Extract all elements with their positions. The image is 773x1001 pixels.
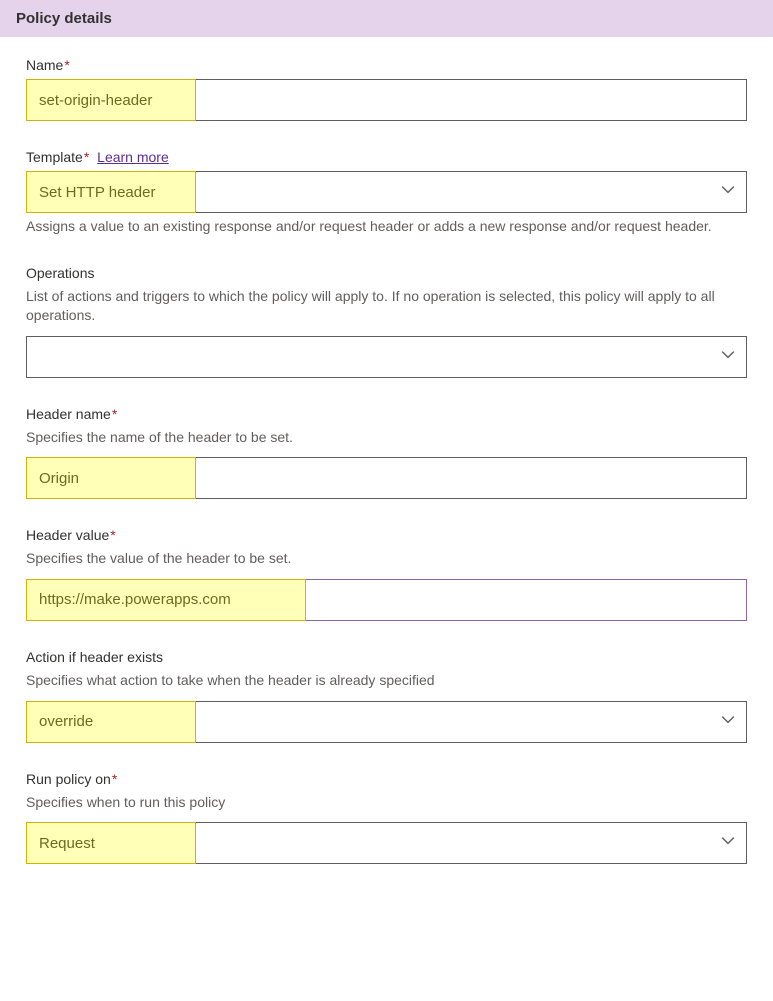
section-title: Policy details bbox=[16, 10, 112, 27]
control-operations bbox=[26, 336, 747, 378]
required-star: * bbox=[84, 149, 89, 165]
header-name-description: Specifies the name of the header to be s… bbox=[26, 428, 747, 448]
section-header: Policy details bbox=[0, 0, 773, 37]
action-if-exists-description: Specifies what action to take when the h… bbox=[26, 671, 747, 691]
learn-more-link[interactable]: Learn more bbox=[97, 149, 169, 165]
name-input[interactable] bbox=[26, 79, 747, 121]
label-header-name: Header name* bbox=[26, 406, 747, 422]
control-header-value bbox=[26, 579, 747, 621]
template-select[interactable] bbox=[26, 171, 747, 213]
control-action-if-exists bbox=[26, 701, 747, 743]
control-run-policy-on bbox=[26, 822, 747, 864]
header-value-input[interactable] bbox=[26, 579, 747, 621]
label-text-name: Name bbox=[26, 57, 63, 73]
label-template: Template* Learn more bbox=[26, 149, 747, 165]
run-policy-on-description: Specifies when to run this policy bbox=[26, 793, 747, 813]
field-run-policy-on: Run policy on* Specifies when to run thi… bbox=[26, 771, 747, 865]
run-policy-on-select[interactable] bbox=[26, 822, 747, 864]
header-value-description: Specifies the value of the header to be … bbox=[26, 549, 747, 569]
label-text-action-if-exists: Action if header exists bbox=[26, 649, 163, 665]
action-if-exists-select[interactable] bbox=[26, 701, 747, 743]
template-description: Assigns a value to an existing response … bbox=[26, 217, 747, 237]
required-star: * bbox=[110, 527, 115, 543]
label-run-policy-on: Run policy on* bbox=[26, 771, 747, 787]
label-action-if-exists: Action if header exists bbox=[26, 649, 747, 665]
operations-select[interactable] bbox=[26, 336, 747, 378]
field-header-value: Header value* Specifies the value of the… bbox=[26, 527, 747, 621]
label-text-operations: Operations bbox=[26, 265, 94, 281]
label-header-value: Header value* bbox=[26, 527, 747, 543]
label-text-header-name: Header name bbox=[26, 406, 111, 422]
control-name bbox=[26, 79, 747, 121]
field-template: Template* Learn more Assigns a value to … bbox=[26, 149, 747, 237]
field-header-name: Header name* Specifies the name of the h… bbox=[26, 406, 747, 500]
control-header-name bbox=[26, 457, 747, 499]
required-star: * bbox=[112, 771, 117, 787]
label-name: Name* bbox=[26, 57, 747, 73]
label-text-template: Template bbox=[26, 149, 83, 165]
label-text-header-value: Header value bbox=[26, 527, 109, 543]
required-star: * bbox=[112, 406, 117, 422]
form-body: Name* Template* Learn more Assigns a val… bbox=[0, 37, 773, 918]
field-name: Name* bbox=[26, 57, 747, 121]
label-text-run-policy-on: Run policy on bbox=[26, 771, 111, 787]
header-name-input[interactable] bbox=[26, 457, 747, 499]
field-action-if-exists: Action if header exists Specifies what a… bbox=[26, 649, 747, 743]
required-star: * bbox=[64, 57, 69, 73]
field-operations: Operations List of actions and triggers … bbox=[26, 265, 747, 378]
label-operations: Operations bbox=[26, 265, 747, 281]
control-template bbox=[26, 171, 747, 213]
operations-description: List of actions and triggers to which th… bbox=[26, 287, 747, 326]
